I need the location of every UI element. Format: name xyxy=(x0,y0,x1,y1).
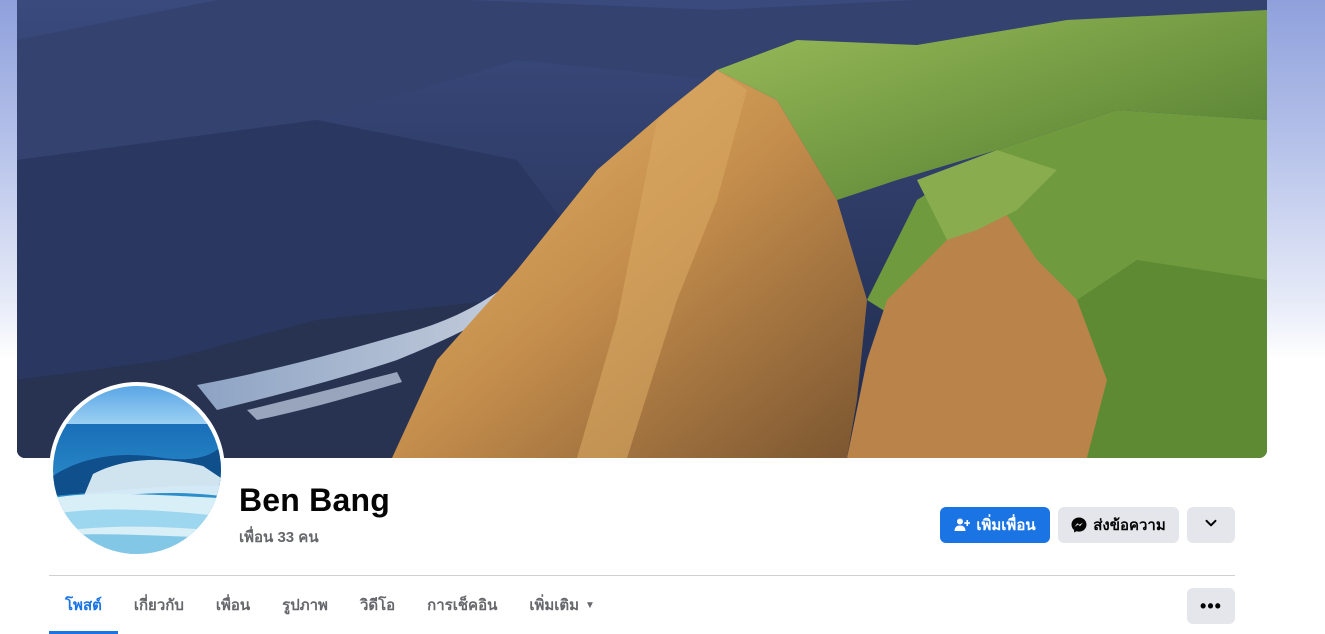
cover-photo[interactable] xyxy=(17,0,1267,458)
tab-about[interactable]: เกี่ยวกับ xyxy=(118,576,200,634)
add-friend-label: เพิ่มเพื่อน xyxy=(976,517,1036,534)
cover-photo-image xyxy=(17,0,1267,458)
message-label: ส่งข้อความ xyxy=(1093,517,1166,534)
profile-avatar[interactable] xyxy=(49,382,225,558)
messenger-icon xyxy=(1071,517,1087,533)
tab-checkins[interactable]: การเช็คอิน xyxy=(411,576,513,634)
tab-label: การเช็คอิน xyxy=(427,597,498,614)
caret-down-icon: ▼ xyxy=(585,599,595,611)
profile-options-button[interactable] xyxy=(1187,507,1235,543)
tab-label: เพิ่มเติม xyxy=(529,597,580,614)
profile-name: Ben Bang xyxy=(239,482,390,518)
friends-count[interactable]: เพื่อน 33 คน xyxy=(239,525,319,549)
chevron-down-icon xyxy=(1204,516,1218,534)
tab-label: เพื่อน xyxy=(215,597,251,614)
avatar-image xyxy=(53,386,221,554)
tab-label: วิดีโอ xyxy=(359,597,396,614)
tab-videos[interactable]: วิดีโอ xyxy=(344,576,411,634)
message-button[interactable]: ส่งข้อความ xyxy=(1058,507,1179,543)
add-friend-button[interactable]: เพิ่มเพื่อน xyxy=(940,507,1050,543)
person-add-icon xyxy=(954,517,971,533)
tab-posts[interactable]: โพสต์ xyxy=(49,576,118,634)
tab-more[interactable]: เพิ่มเติม ▼ xyxy=(513,576,611,634)
more-horizontal-icon: ••• xyxy=(1200,595,1222,616)
profile-tabs: โพสต์ เกี่ยวกับ เพื่อน รูปภาพ วิดีโอ การ… xyxy=(49,576,611,634)
tab-label: โพสต์ xyxy=(65,597,102,614)
tab-friends[interactable]: เพื่อน xyxy=(200,576,266,634)
tab-label: รูปภาพ xyxy=(282,597,328,614)
tab-label: เกี่ยวกับ xyxy=(133,597,184,614)
tab-photos[interactable]: รูปภาพ xyxy=(266,576,344,634)
more-options-button[interactable]: ••• xyxy=(1187,588,1235,624)
